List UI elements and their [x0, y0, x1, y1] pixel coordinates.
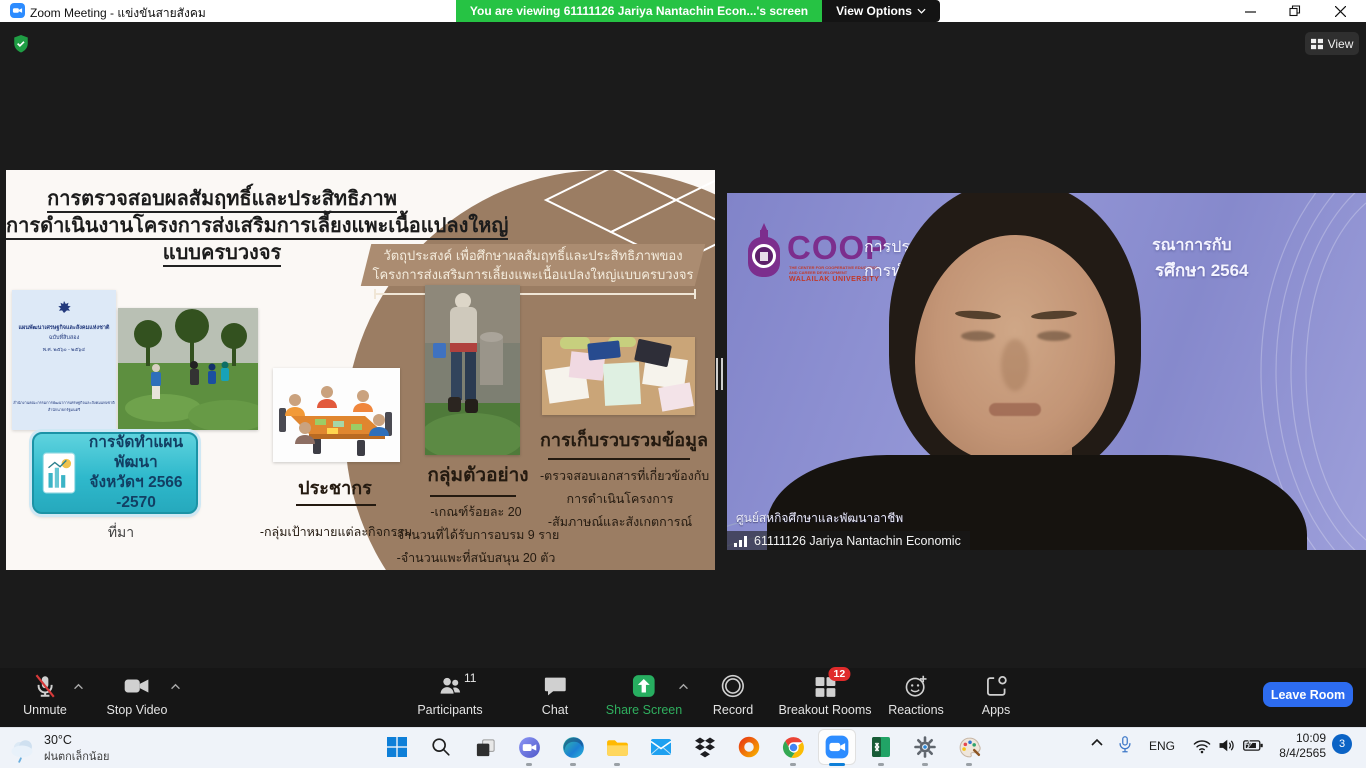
plan-development-box: การจัดทำแผนพัฒนา จังหวัดฯ 2566 -2570 [32, 432, 198, 514]
breakout-rooms-badge: 12 [828, 667, 850, 681]
chat-bubble-icon [543, 673, 568, 699]
share-options-caret[interactable] [678, 677, 689, 695]
garuda-emblem-icon [54, 298, 74, 320]
zoom-app-icon [10, 3, 25, 18]
tray-microphone-icon[interactable] [1116, 733, 1134, 757]
grid-icon [1311, 38, 1323, 50]
collection-title: การเก็บรวบรวมข้อมูล [540, 425, 700, 454]
record-button[interactable]: Record [713, 673, 753, 717]
dropbox-icon[interactable] [688, 731, 722, 763]
task-view-icon[interactable] [468, 731, 502, 763]
record-icon [720, 673, 746, 699]
security-shield-icon[interactable] [12, 34, 30, 59]
reactions-smiley-icon [903, 673, 929, 699]
meeting-canvas: View การตรวจสอบผลสัมฤทธิ์และประสิทธิภาพ … [0, 22, 1366, 668]
start-button[interactable] [380, 731, 414, 763]
taskbar-search-icon[interactable] [424, 731, 458, 763]
minimize-button[interactable] [1235, 0, 1265, 22]
tray-time: 10:09 [1262, 731, 1326, 746]
banner-thai-right-2: รศึกษา 2564 [1155, 257, 1249, 284]
file-explorer-icon[interactable] [600, 731, 634, 763]
unmute-button[interactable]: Unmute [23, 673, 67, 717]
chrome-icon[interactable] [776, 731, 810, 763]
banner-thai-right-1: รณาการกับ [1152, 233, 1232, 258]
weather-desc: ฝนตกเล็กน้อย [44, 747, 110, 765]
field-visit-photo [118, 308, 258, 430]
sample-group-photo [425, 285, 520, 455]
population-illustration [273, 368, 400, 462]
zoom-taskbar-icon[interactable] [820, 731, 854, 763]
plan-box-text: การจัดทำแผนพัฒนา จังหวัดฯ 2566 -2570 [84, 433, 188, 513]
zoom-meeting-window: Zoom Meeting - แข่งขันสายสังคม You are v… [0, 0, 1366, 768]
shared-screen-slide: การตรวจสอบผลสัมฤทธิ์และประสิทธิภาพ การดำ… [6, 170, 715, 570]
tray-battery-charging-icon[interactable] [1242, 738, 1264, 753]
mail-icon[interactable] [644, 731, 678, 763]
tray-chevron-up-icon[interactable] [1090, 736, 1104, 748]
breakout-rooms-icon: 12 [812, 673, 837, 699]
participants-icon: 11 [437, 673, 463, 699]
microphone-muted-icon [32, 673, 58, 699]
walailak-emblem-icon [744, 223, 784, 283]
teams-chat-icon[interactable] [512, 731, 546, 763]
measure-line [374, 289, 696, 299]
window-title: Zoom Meeting - แข่งขันสายสังคม [30, 4, 206, 23]
document-chart-icon [42, 452, 76, 494]
objective-text: วัตถุประสงค์ เพื่อศึกษาผลสัมฤทธิ์และประส… [368, 246, 698, 284]
participants-count: 11 [464, 671, 476, 685]
stop-video-button[interactable]: Stop Video [107, 673, 168, 717]
excel-icon[interactable] [864, 731, 898, 763]
view-layout-button[interactable]: View [1305, 32, 1359, 55]
data-collection-photo [542, 337, 695, 415]
view-options-button[interactable]: View Options [822, 0, 940, 22]
sample-title: กลุ่มตัวอย่าง [422, 460, 534, 490]
chevron-down-icon [917, 8, 926, 14]
reactions-button[interactable]: Reactions [888, 673, 944, 717]
chat-button[interactable]: Chat [542, 673, 568, 717]
share-screen-icon [631, 673, 657, 699]
apps-button[interactable]: Apps [982, 673, 1011, 717]
tray-language-indicator[interactable]: ENG [1149, 739, 1175, 753]
video-options-caret[interactable] [170, 677, 181, 695]
tray-clock[interactable]: 10:09 8/4/2565 [1262, 731, 1326, 761]
paint-icon[interactable] [952, 731, 986, 763]
leave-room-button[interactable]: Leave Room [1263, 682, 1353, 707]
video-camera-icon [123, 673, 151, 699]
restore-button[interactable] [1280, 0, 1310, 22]
video-overlay-text: ศูนย์สหกิจศึกษาและพัฒนาอาชีพ [736, 509, 903, 528]
close-button[interactable] [1325, 0, 1355, 22]
plan-document-cover: แผนพัฒนาเศรษฐกิจและสังคมแห่งชาติ ฉบับที่… [12, 290, 116, 430]
apps-icon [984, 673, 1009, 699]
signal-bars-icon [734, 535, 748, 547]
breakout-rooms-button[interactable]: 12 Breakout Rooms [778, 673, 871, 717]
participant-name-tag: 61111126 Jariya Nantachin Economic [727, 531, 970, 550]
notification-count-badge[interactable]: 3 [1332, 734, 1352, 754]
viewing-banner: You are viewing 61111126 Jariya Nantachi… [456, 0, 822, 22]
share-screen-button[interactable]: Share Screen [606, 673, 682, 717]
panel-divider-handle[interactable] [716, 358, 724, 390]
tray-speaker-icon[interactable] [1217, 737, 1236, 754]
zoom-active-indicator [829, 763, 845, 766]
participant-video: COOP THE CENTER FOR COOPERATIVE EDUCATIO… [727, 193, 1366, 550]
weather-rain-icon [8, 735, 36, 763]
title-bar: Zoom Meeting - แข่งขันสายสังคม You are v… [0, 0, 1366, 22]
participants-button[interactable]: 11 Participants [417, 673, 482, 717]
office-icon[interactable] [732, 731, 766, 763]
edge-browser-icon[interactable] [556, 731, 590, 763]
population-title: ประชากร [285, 473, 385, 502]
settings-gear-icon[interactable] [908, 731, 942, 763]
audio-options-caret[interactable] [73, 677, 84, 695]
tray-wifi-icon[interactable] [1192, 738, 1212, 754]
weather-widget[interactable]: 30°C ฝนตกเล็กน้อย [8, 733, 110, 765]
tray-date: 8/4/2565 [1262, 746, 1326, 761]
weather-temp: 30°C [44, 733, 110, 747]
source-label: ที่มา [66, 522, 176, 544]
